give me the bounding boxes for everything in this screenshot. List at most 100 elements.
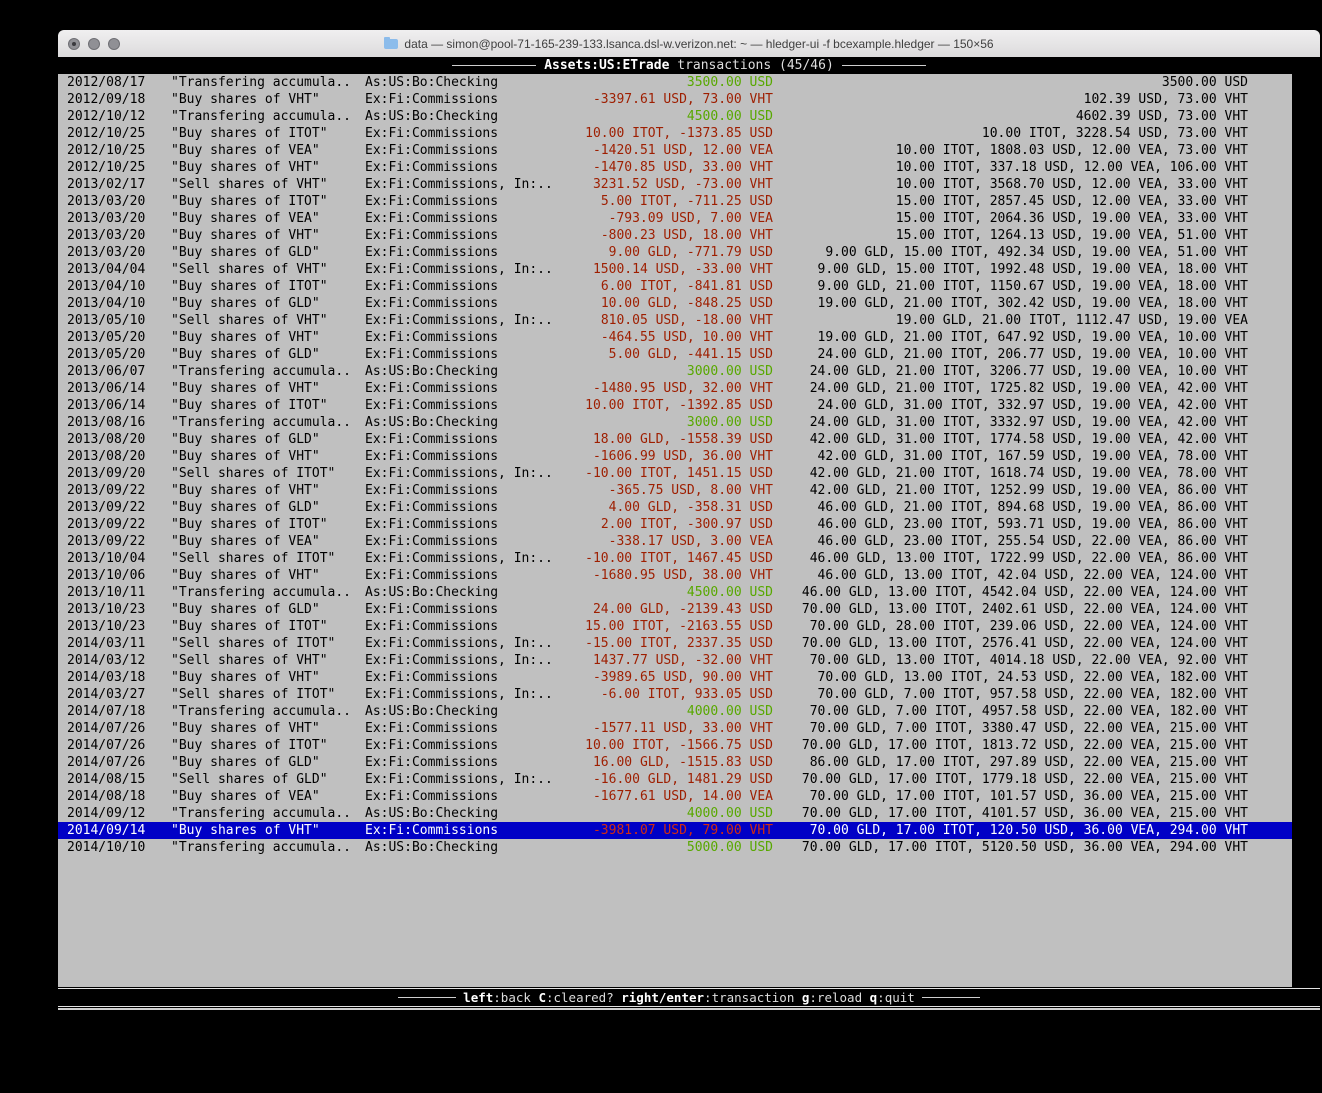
register-row[interactable]: 2014/10/10"Transfering accumula..As:US:B… [58, 839, 1292, 856]
register-row[interactable]: 2013/08/16"Transfering accumula..As:US:B… [58, 414, 1292, 431]
register-row[interactable]: 2014/07/26"Buy shares of VHT"Ex:Fi:Commi… [58, 720, 1292, 737]
register-row[interactable]: 2012/10/25"Buy shares of ITOT"Ex:Fi:Comm… [58, 125, 1292, 142]
row-description: "Buy shares of VHT" [171, 567, 365, 584]
register-row[interactable]: 2013/10/23"Buy shares of ITOT"Ex:Fi:Comm… [58, 618, 1292, 635]
register-row[interactable]: 2013/08/20"Buy shares of VHT"Ex:Fi:Commi… [58, 448, 1292, 465]
row-date: 2014/03/11 [67, 635, 171, 652]
row-description: "Transfering accumula.. [171, 363, 365, 380]
row-amount: -3981.07 USD, 79.00 VHT [565, 822, 773, 839]
register-row[interactable]: 2013/04/10"Buy shares of ITOT"Ex:Fi:Comm… [58, 278, 1292, 295]
row-other-accounts: As:US:Bo:Checking [365, 805, 565, 822]
register-row[interactable]: 2012/10/25"Buy shares of VHT"Ex:Fi:Commi… [58, 159, 1292, 176]
register-row-selected[interactable]: 2014/09/14"Buy shares of VHT"Ex:Fi:Commi… [58, 822, 1292, 839]
register-row[interactable]: 2013/10/11"Transfering accumula..As:US:B… [58, 584, 1292, 601]
row-balance: 70.00 GLD, 7.00 ITOT, 3380.47 USD, 22.00… [773, 720, 1292, 737]
register-row[interactable]: 2013/06/14"Buy shares of VHT"Ex:Fi:Commi… [58, 380, 1292, 397]
register-row[interactable]: 2014/03/12"Sell shares of VHT"Ex:Fi:Comm… [58, 652, 1292, 669]
register-row[interactable]: 2013/09/22"Buy shares of VEA"Ex:Fi:Commi… [58, 533, 1292, 550]
row-date: 2014/03/27 [67, 686, 171, 703]
row-date: 2013/06/14 [67, 397, 171, 414]
register-row[interactable]: 2013/05/20"Buy shares of GLD"Ex:Fi:Commi… [58, 346, 1292, 363]
row-other-accounts: Ex:Fi:Commissions, In:.. [365, 686, 565, 703]
row-date: 2013/03/20 [67, 244, 171, 261]
row-balance: 42.00 GLD, 31.00 ITOT, 167.59 USD, 19.00… [773, 448, 1292, 465]
register-row[interactable]: 2014/07/18"Transfering accumula..As:US:B… [58, 703, 1292, 720]
row-date: 2013/04/04 [67, 261, 171, 278]
row-description: "Sell shares of VHT" [171, 312, 365, 329]
row-amount: 3000.00 USD [565, 363, 773, 380]
row-amount: 5.00 ITOT, -711.25 USD [565, 193, 773, 210]
row-description: "Transfering accumula.. [171, 584, 365, 601]
register-row[interactable]: 2013/08/20"Buy shares of GLD"Ex:Fi:Commi… [58, 431, 1292, 448]
row-description: "Buy shares of ITOT" [171, 125, 365, 142]
row-amount: 5000.00 USD [565, 839, 773, 856]
traffic-lights [68, 30, 120, 57]
register-row[interactable]: 2014/03/11"Sell shares of ITOT"Ex:Fi:Com… [58, 635, 1292, 652]
register-row[interactable]: 2014/07/26"Buy shares of ITOT"Ex:Fi:Comm… [58, 737, 1292, 754]
row-amount: 9.00 GLD, -771.79 USD [565, 244, 773, 261]
row-description: "Buy shares of VHT" [171, 822, 365, 839]
register-row[interactable]: 2013/09/20"Sell shares of ITOT"Ex:Fi:Com… [58, 465, 1292, 482]
register-row[interactable]: 2013/05/20"Buy shares of VHT"Ex:Fi:Commi… [58, 329, 1292, 346]
register-row[interactable]: 2013/03/20"Buy shares of ITOT"Ex:Fi:Comm… [58, 193, 1292, 210]
register-row[interactable]: 2012/09/18"Buy shares of VHT"Ex:Fi:Commi… [58, 91, 1292, 108]
row-balance: 46.00 GLD, 21.00 ITOT, 894.68 USD, 19.00… [773, 499, 1292, 516]
register-row[interactable]: 2014/03/18"Buy shares of VHT"Ex:Fi:Commi… [58, 669, 1292, 686]
register-row[interactable]: 2012/08/17"Transfering accumula..As:US:B… [58, 74, 1292, 91]
row-amount: 18.00 GLD, -1558.39 USD [565, 431, 773, 448]
register-row[interactable]: 2014/03/27"Sell shares of ITOT"Ex:Fi:Com… [58, 686, 1292, 703]
register-row[interactable]: 2013/09/22"Buy shares of VHT"Ex:Fi:Commi… [58, 482, 1292, 499]
register-row[interactable]: 2014/09/12"Transfering accumula..As:US:B… [58, 805, 1292, 822]
row-balance: 70.00 GLD, 17.00 ITOT, 120.50 USD, 36.00… [773, 822, 1292, 839]
row-date: 2013/10/11 [67, 584, 171, 601]
row-balance: 46.00 GLD, 13.00 ITOT, 42.04 USD, 22.00 … [773, 567, 1292, 584]
register-row[interactable]: 2012/10/12"Transfering accumula..As:US:B… [58, 108, 1292, 125]
keybinding-hints-text: left:back C:cleared? right/enter:transac… [463, 990, 915, 1005]
row-description: "Sell shares of VHT" [171, 176, 365, 193]
register-row[interactable]: 2013/10/06"Buy shares of VHT"Ex:Fi:Commi… [58, 567, 1292, 584]
window-title-text: data — simon@pool-71-165-239-133.lsanca.… [404, 37, 993, 51]
row-date: 2014/10/10 [67, 839, 171, 856]
window-title: data — simon@pool-71-165-239-133.lsanca.… [384, 37, 993, 51]
footer-action: :transaction [704, 990, 794, 1005]
row-description: "Transfering accumula.. [171, 108, 365, 125]
register-row[interactable]: 2013/10/23"Buy shares of GLD"Ex:Fi:Commi… [58, 601, 1292, 618]
row-date: 2013/05/20 [67, 329, 171, 346]
terminal-window: data — simon@pool-71-165-239-133.lsanca.… [58, 30, 1320, 1010]
footer-action: :quit [877, 990, 915, 1005]
register-row[interactable]: 2012/10/25"Buy shares of VEA"Ex:Fi:Commi… [58, 142, 1292, 159]
row-amount: 3500.00 USD [565, 74, 773, 91]
register-row[interactable]: 2013/03/20"Buy shares of VEA"Ex:Fi:Commi… [58, 210, 1292, 227]
register-row[interactable]: 2013/02/17"Sell shares of VHT"Ex:Fi:Comm… [58, 176, 1292, 193]
register-row[interactable]: 2013/05/10"Sell shares of VHT"Ex:Fi:Comm… [58, 312, 1292, 329]
row-date: 2013/08/20 [67, 431, 171, 448]
row-description: "Transfering accumula.. [171, 805, 365, 822]
close-button-icon[interactable] [68, 38, 80, 50]
row-date: 2012/10/25 [67, 142, 171, 159]
row-amount: -15.00 ITOT, 2337.35 USD [565, 635, 773, 652]
register-row[interactable]: 2013/06/14"Buy shares of ITOT"Ex:Fi:Comm… [58, 397, 1292, 414]
register-row[interactable]: 2013/06/07"Transfering accumula..As:US:B… [58, 363, 1292, 380]
row-date: 2013/09/22 [67, 516, 171, 533]
register-row[interactable]: 2014/08/15"Sell shares of GLD"Ex:Fi:Comm… [58, 771, 1292, 788]
register-row[interactable]: 2013/10/04"Sell shares of ITOT"Ex:Fi:Com… [58, 550, 1292, 567]
row-amount: -3989.65 USD, 90.00 VHT [565, 669, 773, 686]
row-balance: 42.00 GLD, 21.00 ITOT, 1618.74 USD, 19.0… [773, 465, 1292, 482]
register-row[interactable]: 2013/04/10"Buy shares of GLD"Ex:Fi:Commi… [58, 295, 1292, 312]
register-row[interactable]: 2013/03/20"Buy shares of VHT"Ex:Fi:Commi… [58, 227, 1292, 244]
register-row[interactable]: 2013/09/22"Buy shares of GLD"Ex:Fi:Commi… [58, 499, 1292, 516]
register-row[interactable]: 2014/08/18"Buy shares of VEA"Ex:Fi:Commi… [58, 788, 1292, 805]
row-other-accounts: Ex:Fi:Commissions [365, 720, 565, 737]
footer-key: C [538, 990, 546, 1005]
zoom-button-icon[interactable] [108, 38, 120, 50]
minimize-button-icon[interactable] [88, 38, 100, 50]
register-row[interactable]: 2013/04/04"Sell shares of VHT"Ex:Fi:Comm… [58, 261, 1292, 278]
register-row[interactable]: 2013/03/20"Buy shares of GLD"Ex:Fi:Commi… [58, 244, 1292, 261]
row-balance: 10.00 ITOT, 3228.54 USD, 73.00 VHT [773, 125, 1292, 142]
row-description: "Transfering accumula.. [171, 74, 365, 91]
register-row[interactable]: 2014/07/26"Buy shares of GLD"Ex:Fi:Commi… [58, 754, 1292, 771]
transaction-register: 2012/08/17"Transfering accumula..As:US:B… [58, 74, 1292, 987]
register-row[interactable]: 2013/09/22"Buy shares of ITOT"Ex:Fi:Comm… [58, 516, 1292, 533]
row-description: "Buy shares of GLD" [171, 295, 365, 312]
row-balance: 19.00 GLD, 21.00 ITOT, 1112.47 USD, 19.0… [773, 312, 1292, 329]
